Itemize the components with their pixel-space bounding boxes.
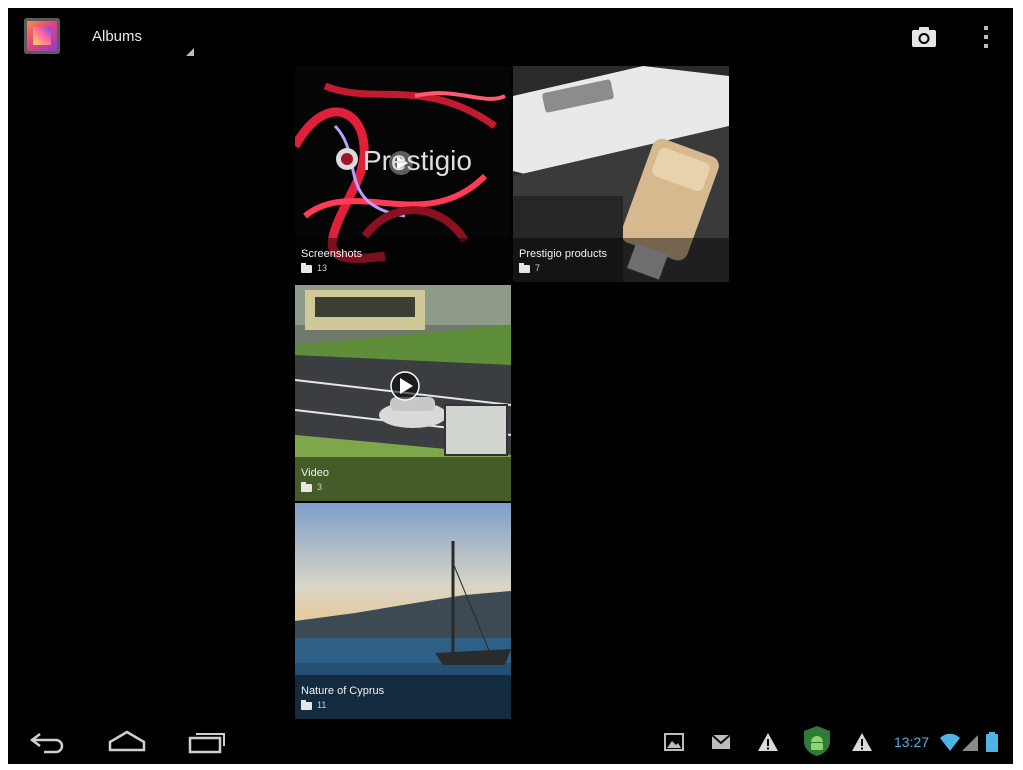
- email-notification-icon: [711, 734, 731, 749]
- email-notification[interactable]: [709, 730, 733, 754]
- recent-apps-icon: [188, 733, 225, 754]
- warning-notification[interactable]: [756, 730, 780, 754]
- battery-icon: [986, 732, 998, 752]
- back-icon: [29, 733, 64, 754]
- albums-view-spinner[interactable]: Albums: [92, 28, 202, 58]
- folder-icon: [301, 263, 312, 273]
- gallery-screen: Albums Prestigio Screenshots 13 Prestigi…: [8, 8, 1013, 764]
- wifi-icon: [940, 733, 960, 751]
- folder-icon: [301, 700, 312, 710]
- android-shield-icon: [804, 726, 830, 756]
- warning-notification-2[interactable]: [850, 730, 874, 754]
- recent-apps-button[interactable]: [184, 728, 230, 756]
- camera-button[interactable]: [908, 22, 940, 52]
- signal-status: [960, 730, 984, 754]
- album-caption: Nature of Cyprus 11: [295, 675, 511, 719]
- overflow-menu-icon: [984, 26, 988, 48]
- album-item-count: 13: [317, 263, 328, 273]
- album-name: Screenshots: [301, 248, 363, 260]
- android-shield-notification[interactable]: [800, 724, 834, 758]
- thumbnail-logo-text: Prestigio: [363, 145, 472, 176]
- album-name: Nature of Cyprus: [301, 685, 385, 697]
- album-tile-prestigio-products[interactable]: Prestigio products 7: [513, 66, 729, 282]
- album-item-count: 11: [317, 700, 327, 710]
- folder-icon: [519, 263, 530, 273]
- status-clock[interactable]: 13:27: [894, 734, 929, 750]
- albums-title: Albums: [92, 28, 143, 45]
- system-bar: 13:27: [8, 720, 1013, 764]
- album-tile-nature-of-cyprus[interactable]: Nature of Cyprus 11: [295, 503, 511, 719]
- gallery-notification-icon: [664, 733, 684, 751]
- home-button[interactable]: [104, 728, 150, 756]
- gallery-notification[interactable]: [662, 730, 686, 754]
- album-caption: Prestigio products 7: [513, 238, 729, 282]
- back-button[interactable]: [26, 728, 72, 756]
- album-tile-video[interactable]: Video 3: [295, 285, 511, 501]
- folder-icon: [301, 482, 312, 492]
- warning-icon: [852, 733, 872, 751]
- album-tile-screenshots[interactable]: Prestigio Screenshots 13: [295, 66, 511, 282]
- album-item-count: 7: [535, 263, 541, 273]
- wifi-status: [938, 730, 962, 754]
- spinner-indicator-icon: [186, 48, 194, 56]
- home-icon: [108, 730, 146, 752]
- album-caption: Video 3: [295, 457, 511, 501]
- gallery-app-icon[interactable]: [24, 18, 60, 54]
- warning-icon: [758, 733, 778, 751]
- battery-status: [984, 730, 1000, 754]
- action-bar: Albums: [8, 8, 1013, 64]
- overflow-menu-button[interactable]: [976, 20, 996, 54]
- album-name: Prestigio products: [519, 248, 608, 260]
- album-item-count: 3: [317, 482, 323, 492]
- signal-icon: [962, 735, 978, 751]
- camera-icon: [912, 27, 936, 47]
- album-name: Video: [301, 467, 329, 479]
- album-caption: Screenshots 13: [295, 238, 511, 282]
